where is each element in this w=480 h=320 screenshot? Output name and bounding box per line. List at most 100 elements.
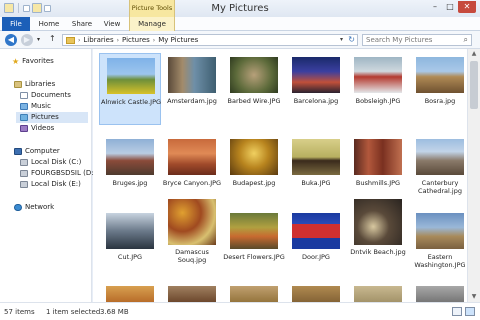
search-icon[interactable]: ⌕ <box>464 35 468 45</box>
up-arrow-icon[interactable]: ↑ <box>49 34 56 43</box>
selection-count: 1 item selected <box>46 308 101 316</box>
tab-manage[interactable]: Manage <box>129 17 175 31</box>
file-tile[interactable]: Canterbury Cathedral.jpg <box>409 135 467 207</box>
image-thumbnail <box>416 57 464 93</box>
properties-icon[interactable] <box>23 4 30 12</box>
file-name: Bosra.jpg <box>424 97 456 105</box>
refresh-icon[interactable]: ↻ <box>348 35 355 44</box>
file-tile[interactable]: Door.JPG <box>285 209 347 275</box>
image-thumbnail <box>106 213 154 249</box>
file-tile[interactable] <box>99 282 161 302</box>
file-tile[interactable]: Dntvik Beach.jpg <box>347 197 409 275</box>
file-tile[interactable]: Alnwick Castle.JPG <box>99 53 161 125</box>
file-tile[interactable]: Amsterdam.jpg <box>161 53 223 119</box>
folder-icon <box>66 36 75 44</box>
details-view-icon[interactable] <box>452 307 462 316</box>
image-thumbnail <box>416 213 464 249</box>
nav-label: Local Disk (E:) <box>31 180 81 188</box>
file-tile[interactable]: Budapest.jpg <box>223 135 285 201</box>
address-bar[interactable]: › Libraries › Pictures › My Pictures ▾ ↻ <box>62 34 358 46</box>
file-name: Dntvik Beach.jpg <box>350 248 406 256</box>
nav-item-computer[interactable]: Computer <box>14 146 60 157</box>
file-tile[interactable] <box>223 282 285 302</box>
recent-locations-icon[interactable]: ▾ <box>37 36 40 43</box>
image-thumbnail <box>292 57 340 93</box>
image-thumbnail <box>354 199 402 245</box>
file-tile[interactable]: Cut.JPG <box>99 209 161 275</box>
nav-item-libraries[interactable]: Libraries <box>14 79 55 90</box>
breadcrumb-libraries[interactable]: Libraries <box>83 36 113 44</box>
nav-item-videos[interactable]: Videos <box>20 123 54 134</box>
large-icons-view-icon[interactable] <box>465 307 475 316</box>
breadcrumb-pictures[interactable]: Pictures <box>122 36 150 44</box>
file-tile[interactable]: Bruges.jpg <box>99 135 161 201</box>
file-name: Alnwick Castle.JPG <box>100 98 162 106</box>
tab-file[interactable]: File <box>2 17 30 31</box>
minimize-button[interactable]: – <box>428 1 442 13</box>
file-tile[interactable]: Desert Flowers.JPG <box>223 209 285 275</box>
scrollbar-thumb[interactable] <box>470 61 478 109</box>
nav-label: Videos <box>31 124 55 132</box>
close-button[interactable]: ✕ <box>458 1 476 13</box>
file-tile[interactable] <box>285 282 347 302</box>
image-thumbnail <box>106 139 154 175</box>
image-thumbnail <box>168 199 216 245</box>
file-tile[interactable]: Barbed Wire.JPG <box>223 53 285 119</box>
chevron-right-icon[interactable]: › <box>153 37 155 44</box>
file-tile[interactable]: Buka.JPG <box>285 135 347 201</box>
nav-label: Libraries <box>25 80 56 88</box>
nav-label: Pictures <box>31 113 59 121</box>
file-tile[interactable] <box>161 282 223 302</box>
vertical-scrollbar[interactable]: ▲ ▼ <box>467 49 480 302</box>
file-list: Alnwick Castle.JPG Amsterdam.jpg Barbed … <box>93 49 467 302</box>
toolbar-divider <box>18 3 19 13</box>
file-tile[interactable]: Barcelona.jpg <box>285 53 347 119</box>
customize-toolbar-icon[interactable] <box>44 4 51 12</box>
tab-share[interactable]: Share <box>67 17 97 31</box>
back-button[interactable]: ◀ <box>5 34 17 46</box>
title-bar: Picture Tools My Pictures – □ ✕ <box>0 0 480 17</box>
chevron-down-icon[interactable]: ▾ <box>340 36 343 43</box>
file-name: Bryce Canyon.JPG <box>162 179 222 187</box>
file-name: Amsterdam.jpg <box>167 97 217 105</box>
file-tile[interactable]: Bosra.jpg <box>409 53 467 119</box>
search-input[interactable]: Search My Pictures ⌕ <box>362 34 472 46</box>
nav-item-drive-c[interactable]: Local Disk (C:) <box>20 157 81 168</box>
tab-home[interactable]: Home <box>34 17 64 31</box>
address-row: ◀ ▶ ▾ ↑ › Libraries › Pictures › My Pict… <box>0 31 480 49</box>
nav-item-music[interactable]: Music <box>20 101 51 112</box>
nav-item-drive-d[interactable]: FOURGBSDSIL (D:) <box>20 168 96 179</box>
nav-item-pictures[interactable]: Pictures <box>16 112 88 123</box>
breadcrumb-my-pictures[interactable]: My Pictures <box>158 36 198 44</box>
image-thumbnail <box>168 57 216 93</box>
image-thumbnail <box>106 286 154 302</box>
chevron-right-icon[interactable]: › <box>117 37 119 44</box>
forward-button[interactable]: ▶ <box>21 34 33 46</box>
file-tile[interactable]: Eastern Washington.JPG <box>409 209 467 275</box>
file-tile[interactable] <box>347 282 409 302</box>
new-folder-icon[interactable] <box>32 3 42 13</box>
chevron-right-icon[interactable]: › <box>78 37 80 44</box>
quick-access-toolbar <box>4 3 51 13</box>
file-tile[interactable]: Bobsleigh.JPG <box>347 53 409 119</box>
image-thumbnail <box>354 286 402 302</box>
nav-label: Computer <box>25 147 60 155</box>
nav-label: FOURGBSDSIL (D:) <box>31 169 97 177</box>
tab-view[interactable]: View <box>99 17 125 31</box>
file-tile[interactable]: Damascus Souq.jpg <box>161 197 223 275</box>
maximize-button[interactable]: □ <box>443 1 457 13</box>
drive-icon <box>20 159 28 166</box>
file-tile[interactable] <box>409 282 467 302</box>
library-icon <box>14 81 22 88</box>
nav-item-network[interactable]: Network <box>14 202 54 213</box>
drive-icon <box>20 170 28 177</box>
file-name: Bushmills.JPG <box>355 179 401 187</box>
nav-item-favorites[interactable]: ★ Favorites <box>12 56 54 67</box>
scroll-down-icon[interactable]: ▼ <box>468 292 480 302</box>
scroll-up-icon[interactable]: ▲ <box>468 49 480 59</box>
file-name: Canterbury Cathedral.jpg <box>418 179 462 195</box>
image-thumbnail <box>168 286 216 302</box>
nav-item-documents[interactable]: Documents <box>20 90 71 101</box>
file-tile[interactable]: Bushmills.JPG <box>347 135 409 201</box>
nav-item-drive-e[interactable]: Local Disk (E:) <box>20 179 81 190</box>
